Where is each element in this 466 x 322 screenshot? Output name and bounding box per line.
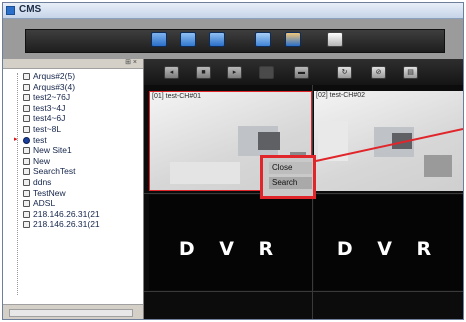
cms-window: CMS ⊞ × Arqus#2(5) Arqus#3(4) test2~76J …	[2, 2, 464, 320]
tree-item-label: 218.146.26.31(21	[33, 219, 100, 230]
menu-item-close[interactable]: Close	[269, 162, 312, 174]
tree-item-label: Arqus#3(4)	[33, 81, 76, 92]
tree-item-label: test2~76J	[33, 92, 71, 103]
tree-item[interactable]: Arqus#2(5)	[3, 71, 143, 82]
dvr-node-icon	[23, 83, 30, 91]
tree-item-label: New	[33, 155, 51, 166]
tree-item[interactable]: New	[3, 156, 143, 167]
toolbar-panel	[25, 29, 445, 53]
tree-item-label: test3~4J	[33, 102, 66, 113]
tree-item[interactable]: TestNew	[3, 188, 143, 199]
app-icon	[6, 6, 15, 15]
connected-node-icon	[23, 136, 30, 144]
tree-item[interactable]: ddns	[3, 177, 143, 188]
dvr-node-icon	[23, 104, 30, 112]
tree-item-label: 218.146.26.31(21	[33, 208, 100, 219]
dvr-node-icon	[23, 178, 30, 186]
dvr-node-icon	[23, 189, 30, 197]
tree-item-label: TestNew	[33, 187, 66, 198]
dvr-node-icon	[23, 147, 30, 155]
dvr-node-icon	[23, 94, 30, 102]
panel-header: ⊞ ×	[3, 59, 143, 69]
dvr-node-icon	[23, 115, 30, 123]
expand-arrow-icon[interactable]: ▸	[14, 135, 18, 146]
video-area: ◂ ■ ▸ ▬ ↻ ⊘ ▤ [01] test-CH#01 [02] test-…	[144, 59, 463, 319]
dock-controls[interactable]: ⊞ ×	[125, 58, 137, 66]
context-menu: Close Search	[260, 155, 316, 199]
menu-item-search[interactable]: Search	[269, 177, 312, 189]
horizontal-scrollbar[interactable]	[9, 309, 133, 317]
power-icon[interactable]	[327, 32, 343, 47]
main-toolbar	[3, 19, 463, 59]
camera-icon[interactable]	[180, 32, 196, 47]
tree-item-label: SearchTest	[33, 166, 76, 177]
site-tree-panel: ⊞ × Arqus#2(5) Arqus#3(4) test2~76J test…	[3, 59, 144, 319]
dvr-node-icon	[23, 200, 30, 208]
tree-item-label: test4~6J	[33, 113, 66, 124]
tree-item[interactable]: test2~76J	[3, 92, 143, 103]
sidebar-footer	[3, 304, 143, 319]
tree-item[interactable]: test~8L	[3, 124, 143, 135]
site-tree: Arqus#2(5) Arqus#3(4) test2~76J test3~4J…	[3, 71, 143, 230]
tree-item-label: ddns	[33, 176, 52, 187]
tree-item[interactable]: Arqus#3(4)	[3, 82, 143, 93]
tree-item-selected[interactable]: ▸ test	[3, 135, 143, 146]
dvr-node-icon	[23, 125, 30, 133]
tree-item[interactable]: 218.146.26.31(21	[3, 219, 143, 230]
dvr-node-icon	[23, 73, 30, 80]
dvr-node-icon	[23, 168, 30, 176]
tree-item[interactable]: SearchTest	[3, 166, 143, 177]
title-bar[interactable]: CMS	[3, 3, 463, 19]
tree-item[interactable]: New Site1	[3, 145, 143, 156]
window-title: CMS	[19, 4, 42, 15]
tree-item[interactable]: ADSL	[3, 198, 143, 209]
network-icon[interactable]	[255, 32, 271, 47]
tree-item[interactable]: test4~6J	[3, 113, 143, 124]
tree-item-label: test	[33, 134, 47, 145]
tree-item[interactable]: 218.146.26.31(21	[3, 209, 143, 220]
tree-item-label: ADSL	[33, 198, 56, 209]
dvr-node-icon	[23, 210, 30, 218]
user-icon[interactable]	[285, 32, 301, 47]
tree-item[interactable]: test3~4J	[3, 103, 143, 114]
tree-item-label: Arqus#2(5)	[33, 71, 76, 81]
monitor-icon[interactable]	[151, 32, 167, 47]
screen-icon[interactable]	[209, 32, 225, 47]
tree-item-label: New Site1	[33, 145, 72, 156]
dvr-node-icon	[23, 157, 30, 165]
dvr-node-icon	[23, 221, 30, 229]
tree-item-label: test~8L	[33, 123, 62, 134]
